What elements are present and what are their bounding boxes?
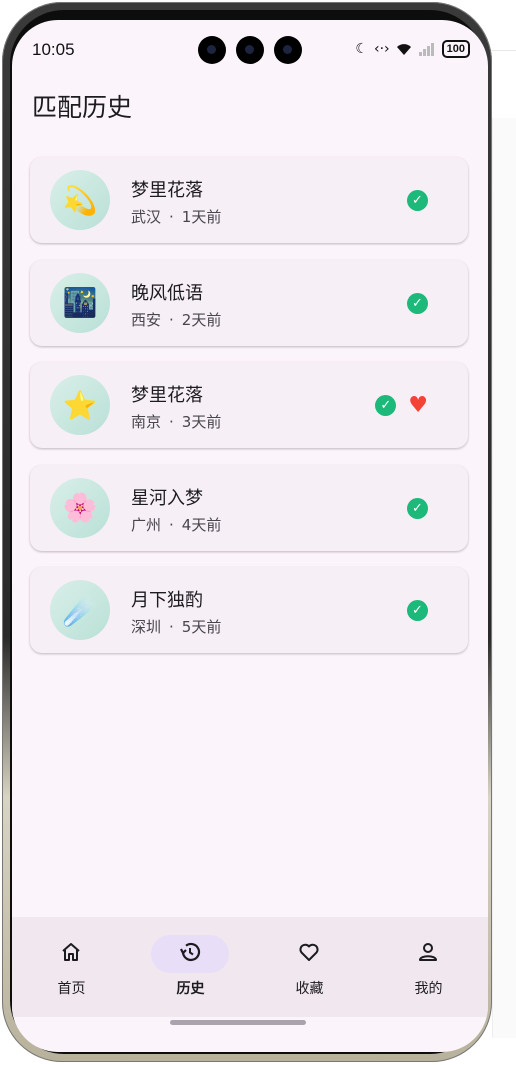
phone-frame: 10:05 ☾ ‹·› 100 匹配历史 💫 梦里花落 武汉 · 1天前 ✓ 🌃… bbox=[2, 2, 492, 1062]
camera-icon bbox=[198, 36, 226, 64]
nav-item-profile[interactable]: 我的 bbox=[369, 917, 488, 1017]
check-circle-icon: ✓ bbox=[407, 292, 428, 314]
match-status: ✓ bbox=[407, 190, 428, 211]
battery-icon: 100 bbox=[441, 40, 470, 58]
match-card[interactable]: ☄️ 月下独酌 深圳 · 5天前 ✓ bbox=[30, 567, 468, 653]
meta-separator: · bbox=[169, 310, 174, 329]
meta-separator: · bbox=[169, 413, 174, 431]
nav-item-history[interactable]: 历史 bbox=[131, 917, 250, 1017]
match-time: 5天前 bbox=[181, 618, 222, 636]
match-history-list: 💫 梦里花落 武汉 · 1天前 ✓ 🌃 晚风低语 西安 · 2天前 ✓ ⭐ 梦里花落 南… bbox=[30, 157, 468, 670]
nav-label: 首页 bbox=[57, 981, 86, 997]
match-city: 广州 bbox=[131, 515, 162, 534]
match-card[interactable]: 🌃 晚风低语 西安 · 2天前 ✓ bbox=[30, 259, 468, 346]
nav-label: 我的 bbox=[414, 981, 443, 997]
check-circle-icon: ✓ bbox=[407, 600, 428, 621]
home-icon bbox=[62, 943, 80, 961]
match-card[interactable]: ⭐ 梦里花落 南京 · 3天前 ✓ ♥ bbox=[30, 362, 468, 448]
check-circle-icon: ✓ bbox=[407, 497, 428, 519]
match-name: 梦里花落 bbox=[131, 180, 203, 201]
heart-icon[interactable]: ♥ bbox=[408, 395, 428, 417]
match-meta: 南京 · 3天前 bbox=[131, 411, 221, 432]
status-bar: 10:05 ☾ ‹·› 100 bbox=[12, 20, 488, 80]
meta-separator: · bbox=[169, 618, 174, 636]
home-indicator[interactable] bbox=[170, 1020, 306, 1025]
nav-item-home[interactable]: 首页 bbox=[12, 917, 131, 1017]
match-name: 星河入梦 bbox=[131, 487, 203, 509]
person-icon bbox=[419, 943, 437, 961]
match-status: ✓ bbox=[407, 497, 428, 519]
match-status: ✓ ♥ bbox=[375, 395, 428, 417]
check-circle-icon: ✓ bbox=[407, 190, 428, 211]
match-meta: 西安 · 2天前 bbox=[131, 309, 221, 330]
match-city: 深圳 bbox=[131, 618, 162, 636]
moon-icon: ☾ bbox=[355, 41, 368, 57]
vpn-icon: ‹·› bbox=[373, 41, 390, 57]
avatar: 🌃 bbox=[50, 272, 110, 333]
match-time: 1天前 bbox=[181, 208, 222, 226]
nav-item-favorites[interactable]: 收藏 bbox=[250, 917, 369, 1017]
avatar: 💫 bbox=[50, 170, 110, 230]
match-status: ✓ bbox=[407, 600, 428, 621]
history-icon bbox=[180, 942, 201, 961]
match-meta: 广州 · 4天前 bbox=[131, 514, 221, 535]
camera-icon bbox=[236, 36, 264, 64]
nav-label: 收藏 bbox=[295, 981, 324, 997]
check-circle-icon: ✓ bbox=[375, 395, 397, 416]
meta-separator: · bbox=[169, 208, 174, 226]
avatar: ⭐ bbox=[50, 375, 110, 435]
match-card[interactable]: 🌸 星河入梦 广州 · 4天前 ✓ bbox=[30, 464, 468, 551]
bottom-navigation: 首页 历史 收藏 我的 bbox=[12, 917, 488, 1017]
status-time: 10:05 bbox=[32, 40, 75, 59]
avatar: ☄️ bbox=[50, 580, 110, 640]
match-name: 晚风低语 bbox=[131, 282, 203, 304]
match-name: 梦里花落 bbox=[131, 385, 203, 406]
match-meta: 武汉 · 1天前 bbox=[131, 206, 221, 227]
camera-icon bbox=[274, 36, 302, 64]
avatar: 🌸 bbox=[50, 477, 110, 538]
page-title: 匹配历史 bbox=[32, 93, 133, 122]
match-card[interactable]: 💫 梦里花落 武汉 · 1天前 ✓ bbox=[30, 157, 468, 243]
app-screen: 10:05 ☾ ‹·› 100 匹配历史 💫 梦里花落 武汉 · 1天前 ✓ 🌃… bbox=[12, 20, 488, 1052]
nav-label: 历史 bbox=[176, 981, 205, 997]
match-meta: 深圳 · 5天前 bbox=[131, 616, 221, 637]
heart-outline-icon bbox=[299, 943, 319, 961]
match-city: 武汉 bbox=[131, 208, 162, 226]
match-city: 南京 bbox=[131, 413, 162, 431]
signal-icon bbox=[418, 42, 434, 56]
match-status: ✓ bbox=[407, 292, 428, 314]
match-time: 2天前 bbox=[181, 310, 222, 329]
match-city: 西安 bbox=[131, 310, 162, 329]
match-time: 3天前 bbox=[181, 413, 222, 431]
wifi-icon bbox=[396, 43, 411, 55]
meta-separator: · bbox=[169, 515, 174, 534]
match-name: 月下独酌 bbox=[131, 590, 203, 611]
match-time: 4天前 bbox=[181, 515, 222, 534]
status-icons: ☾ ‹·› 100 bbox=[355, 40, 470, 58]
